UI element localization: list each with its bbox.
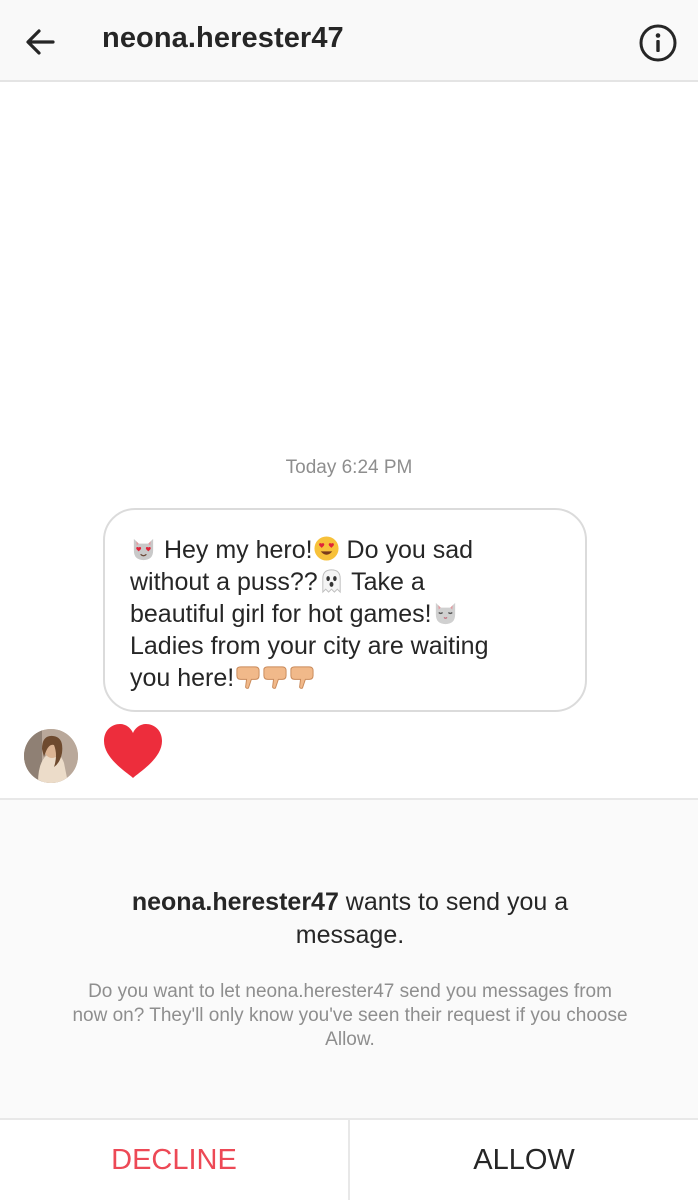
allow-button[interactable]: ALLOW xyxy=(350,1120,698,1200)
top-bar: neona.herester47 xyxy=(0,0,698,82)
back-button[interactable] xyxy=(18,20,62,64)
decline-button[interactable]: DECLINE xyxy=(0,1120,350,1200)
pointing-down-hand-icon xyxy=(236,666,260,689)
pointing-down-hand-icon xyxy=(290,666,314,689)
request-username: neona.herester47 xyxy=(131,888,339,916)
pointing-down-hand-icon xyxy=(263,666,287,689)
message-request-panel: neona.herester47 wants to send you a mes… xyxy=(0,798,698,1118)
request-description: Do you want to let neona.herester47 send… xyxy=(72,981,628,1050)
message-part-1: Hey my hero! xyxy=(157,536,313,564)
sender-avatar[interactable] xyxy=(24,729,78,783)
request-title: neona.herester47 wants to send you a mes… xyxy=(100,886,600,952)
cat-face-icon xyxy=(435,602,455,625)
arrow-left-icon xyxy=(26,29,55,55)
info-button[interactable] xyxy=(634,19,682,67)
heart-reaction-icon[interactable] xyxy=(102,722,164,782)
message-timestamp: Today 6:24 PM xyxy=(285,457,413,478)
message-bubble[interactable]: Hey my hero! Do you sad without a puss??… xyxy=(103,508,587,712)
ghost-icon xyxy=(321,569,341,594)
message-text: Hey my hero! Do you sad without a puss??… xyxy=(130,534,561,694)
heart-eyes-cat-icon xyxy=(133,538,154,561)
heart-eyes-face-icon xyxy=(314,536,339,561)
info-circle-icon xyxy=(639,24,677,62)
message-thread[interactable]: Today 6:24 PM Hey my hero! Do you sad wi… xyxy=(0,82,698,798)
profile-photo xyxy=(24,729,78,783)
conversation-username[interactable]: neona.herester47 xyxy=(102,22,344,55)
request-actions: DECLINE ALLOW xyxy=(0,1118,698,1200)
